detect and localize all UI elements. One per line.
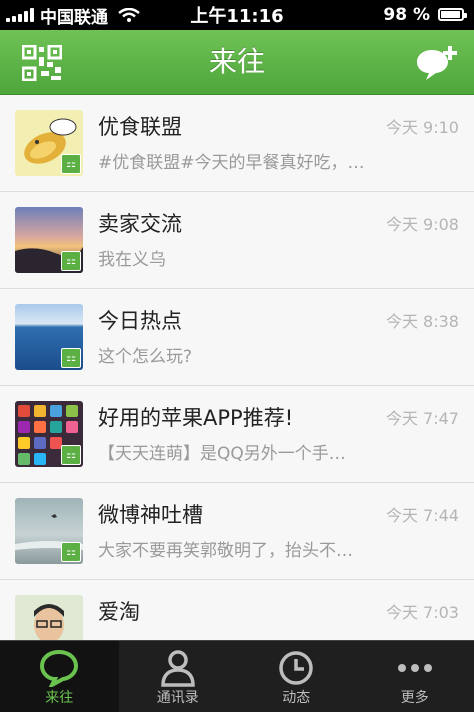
- avatar: ⚏: [15, 304, 83, 370]
- conversation-time: 今天 9:10: [386, 114, 459, 138]
- group-badge-icon: ⚏: [61, 348, 81, 368]
- group-badge-icon: ⚏: [61, 542, 81, 562]
- conversation-row[interactable]: ⚏ 微博神吐槽 今天 7:44 大家不要再笑郭敬明了，抬头不…: [0, 483, 474, 580]
- tab-moments[interactable]: 动态: [237, 641, 356, 712]
- conversation-time: 今天 8:38: [386, 308, 459, 332]
- avatar: ⚏: [15, 207, 83, 273]
- conversation-name: 今日热点: [98, 305, 182, 335]
- group-badge-icon: ⚏: [61, 251, 81, 271]
- chat-bubble-icon: [39, 649, 79, 687]
- tab-label: 来往: [0, 687, 119, 707]
- battery-percent: 98 %: [383, 5, 430, 25]
- conversation-time: 今天 7:47: [386, 405, 459, 429]
- tab-label: 动态: [237, 687, 356, 707]
- group-badge-icon: ⚏: [61, 445, 81, 465]
- conversation-row[interactable]: ⚏ 今日热点 今天 8:38 这个怎么玩?: [0, 289, 474, 386]
- conversation-name: 优食联盟: [98, 111, 182, 141]
- conversation-preview: 【天天连萌】是QQ另外一个手…: [98, 439, 398, 464]
- battery-icon: [438, 8, 464, 21]
- avatar: [15, 595, 83, 640]
- avatar: ⚏: [15, 401, 83, 467]
- conversation-row[interactable]: ⚏ 卖家交流 今天 9:08 我在义乌: [0, 192, 474, 289]
- conversation-preview: #优食联盟#今天的早餐真好吃，…: [98, 148, 398, 173]
- conversation-name: 爱淘: [98, 596, 140, 626]
- tab-laiwang[interactable]: 来往: [0, 641, 119, 712]
- more-icon: [395, 649, 435, 687]
- conversation-name: 卖家交流: [98, 208, 182, 238]
- tab-contacts[interactable]: 通讯录: [119, 641, 238, 712]
- conversation-preview: 我在义乌: [98, 245, 398, 270]
- conversation-preview: 这个怎么玩?: [98, 342, 398, 367]
- conversation-time: 今天 9:08: [386, 211, 459, 235]
- conversation-row[interactable]: 爱淘 今天 7:03: [0, 580, 474, 640]
- contacts-icon: [158, 649, 198, 687]
- avatar: ⚏: [15, 110, 83, 176]
- tab-bar: 来往 通讯录 动态 更多: [0, 640, 474, 712]
- page-title: 来往: [0, 30, 474, 94]
- tab-more[interactable]: 更多: [356, 641, 474, 712]
- add-contact-icon[interactable]: [414, 44, 460, 82]
- conversation-time: 今天 7:44: [386, 502, 459, 526]
- conversation-row[interactable]: ⚏ 好用的苹果APP推荐! 今天 7:47 【天天连萌】是QQ另外一个手…: [0, 386, 474, 483]
- conversation-list[interactable]: ⚏ 优食联盟 今天 9:10 #优食联盟#今天的早餐真好吃，… ⚏ 卖家交流 今…: [0, 95, 474, 640]
- conversation-preview: 大家不要再笑郭敬明了，抬头不…: [98, 536, 398, 561]
- clock-icon: [276, 649, 316, 687]
- group-badge-icon: ⚏: [61, 154, 81, 174]
- conversation-name: 微博神吐槽: [98, 499, 203, 529]
- status-bar: 中国联通 上午11:16 98 %: [0, 0, 474, 30]
- conversation-row[interactable]: ⚏ 优食联盟 今天 9:10 #优食联盟#今天的早餐真好吃，…: [0, 95, 474, 192]
- tab-label: 通讯录: [119, 687, 238, 707]
- conversation-time: 今天 7:03: [386, 599, 459, 623]
- avatar: ⚏: [15, 498, 83, 564]
- tab-label: 更多: [356, 687, 474, 707]
- nav-header: 来往: [0, 30, 474, 95]
- conversation-name: 好用的苹果APP推荐!: [98, 402, 293, 432]
